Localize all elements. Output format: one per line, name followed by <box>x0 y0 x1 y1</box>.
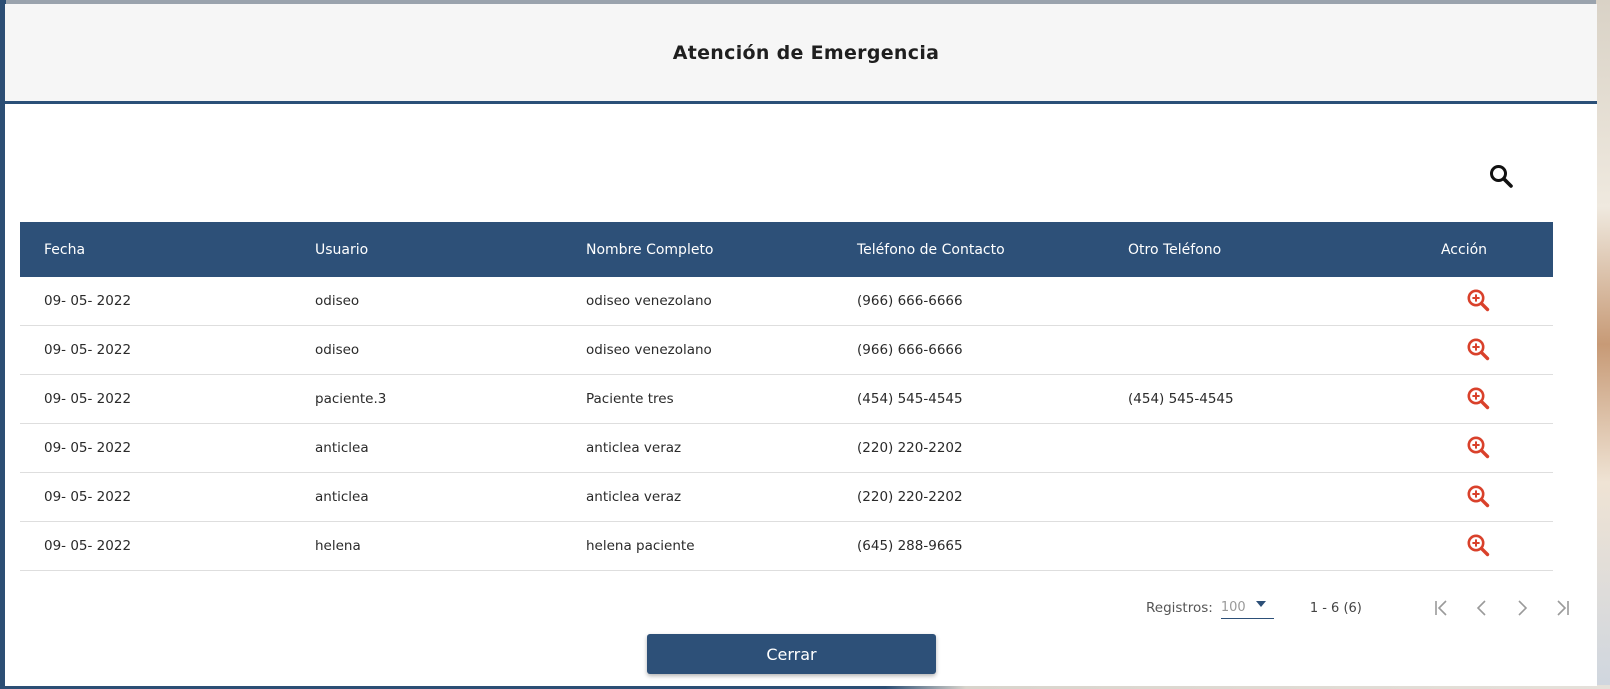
cell-accion <box>1375 532 1553 561</box>
view-details-button[interactable] <box>1465 532 1491 558</box>
table-row: 09- 05- 2022 odiseo odiseo venezolano (966)… <box>20 326 1553 375</box>
chevron-right-icon <box>1518 600 1528 616</box>
cell-usuario: odiseo <box>315 342 360 358</box>
page-navigation <box>1422 596 1582 620</box>
cell-fecha: 09- 05- 2022 <box>44 489 132 505</box>
cell-telefono: (645) 288-9665 <box>857 538 963 554</box>
next-page-button[interactable] <box>1502 596 1542 620</box>
column-header-otro-telefono: Otro Teléfono <box>1128 241 1222 258</box>
cell-fecha: 09- 05- 2022 <box>44 391 132 407</box>
cell-nombre: odiseo venezolano <box>586 342 712 358</box>
zoom-in-icon <box>1467 485 1490 507</box>
cell-usuario: anticlea <box>315 489 369 505</box>
column-header-nombre: Nombre Completo <box>586 241 714 258</box>
chevron-down-icon <box>1255 601 1266 607</box>
first-page-button[interactable] <box>1422 596 1462 620</box>
column-header-accion: Acción <box>1440 241 1488 258</box>
page-size-value: 100 <box>1220 600 1246 615</box>
column-header-telefono: Teléfono de Contacto <box>857 241 1005 258</box>
zoom-in-icon <box>1467 387 1490 409</box>
view-details-button[interactable] <box>1465 336 1491 362</box>
last-page-button[interactable] <box>1542 596 1582 620</box>
cell-nombre: anticlea veraz <box>586 440 682 456</box>
cell-accion <box>1375 483 1553 512</box>
view-details-button[interactable] <box>1465 287 1491 313</box>
zoom-in-icon <box>1467 534 1490 556</box>
table-row: 09- 05- 2022 anticlea anticlea veraz (220) … <box>20 473 1553 522</box>
cell-fecha: 09- 05- 2022 <box>44 342 132 358</box>
cell-telefono: (454) 545-4545 <box>857 391 963 407</box>
cell-telefono: (966) 666-6666 <box>857 342 963 358</box>
emergency-table: Fecha Usuario Nombre Completo Teléfono d… <box>20 222 1553 571</box>
table-row: 09- 05- 2022 helena helena paciente (645) 2… <box>20 522 1553 571</box>
search-button[interactable] <box>1486 161 1516 191</box>
last-page-icon <box>1557 600 1569 616</box>
cell-nombre: Paciente tres <box>586 391 674 407</box>
page-size-label: Registros: <box>1146 600 1213 616</box>
previous-page-button[interactable] <box>1462 596 1502 620</box>
zoom-in-icon <box>1467 338 1490 360</box>
cell-otro-telefono: (454) 545-4545 <box>1128 391 1234 407</box>
first-page-icon <box>1435 600 1447 616</box>
cell-usuario: helena <box>315 538 361 554</box>
search-icon <box>1490 165 1513 188</box>
cell-telefono: (966) 666-6666 <box>857 293 963 309</box>
chevron-left-icon <box>1476 600 1486 616</box>
cell-accion <box>1375 287 1553 316</box>
background-right <box>1596 0 1610 689</box>
cell-nombre: odiseo venezolano <box>586 293 712 309</box>
table-header: Fecha Usuario Nombre Completo Teléfono d… <box>20 222 1553 277</box>
cell-usuario: paciente.3 <box>315 391 387 407</box>
cell-accion <box>1375 434 1553 463</box>
cell-usuario: anticlea <box>315 440 369 456</box>
page-size-select[interactable]: 100 <box>1220 597 1274 619</box>
page-range: 1 - 6 (6) <box>1309 600 1362 616</box>
cell-fecha: 09- 05- 2022 <box>44 538 132 554</box>
table-body: 09- 05- 2022 odiseo odiseo venezolano (966)… <box>20 277 1553 571</box>
cell-accion <box>1375 336 1553 365</box>
table-row: 09- 05- 2022 anticlea anticlea veraz (220) … <box>20 424 1553 473</box>
cell-accion <box>1375 385 1553 414</box>
cell-fecha: 09- 05- 2022 <box>44 440 132 456</box>
close-button[interactable]: Cerrar <box>647 634 936 674</box>
table-row: 09- 05- 2022 paciente.3 Paciente tres (454)… <box>20 375 1553 424</box>
modal-header: Atención de Emergencia <box>5 4 1597 104</box>
view-details-button[interactable] <box>1465 483 1491 509</box>
view-details-button[interactable] <box>1465 385 1491 411</box>
paginator: Registros: 100 1 - 6 (6) <box>1146 596 1582 620</box>
column-header-fecha: Fecha <box>44 241 86 258</box>
cell-nombre: helena paciente <box>586 538 695 554</box>
zoom-in-icon <box>1467 289 1490 311</box>
cell-nombre: anticlea veraz <box>586 489 682 505</box>
table-row: 09- 05- 2022 odiseo odiseo venezolano (966)… <box>20 277 1553 326</box>
cell-fecha: 09- 05- 2022 <box>44 293 132 309</box>
zoom-in-icon <box>1467 436 1490 458</box>
column-header-usuario: Usuario <box>315 241 369 258</box>
cell-usuario: odiseo <box>315 293 360 309</box>
cell-telefono: (220) 220-2202 <box>857 440 963 456</box>
cell-telefono: (220) 220-2202 <box>857 489 963 505</box>
view-details-button[interactable] <box>1465 434 1491 460</box>
modal-title: Atención de Emergencia <box>672 41 940 64</box>
